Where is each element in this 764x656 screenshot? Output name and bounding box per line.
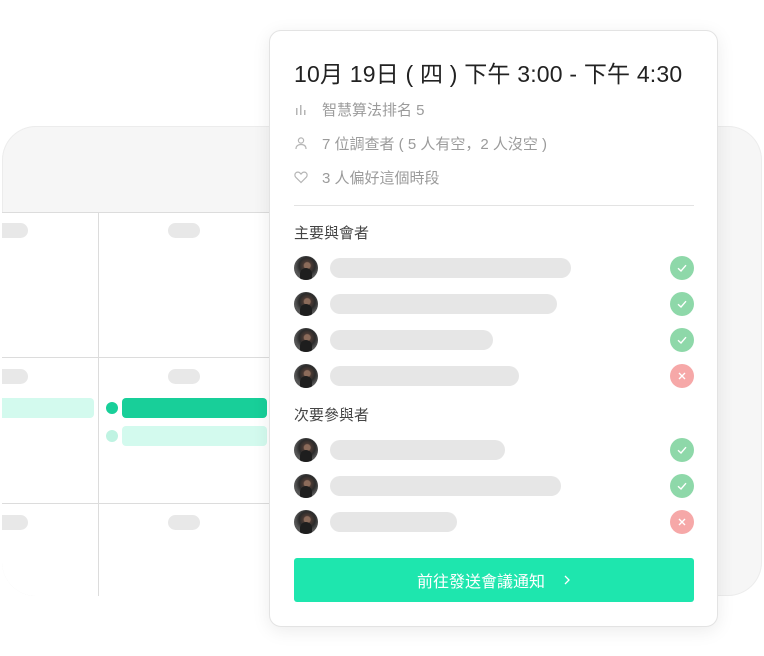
avatar (294, 292, 318, 316)
avatar (294, 510, 318, 534)
attendee-row[interactable] (294, 509, 694, 535)
avatar (294, 256, 318, 280)
day-label-placeholder (168, 369, 200, 384)
day-label-placeholder (2, 369, 28, 384)
attendee-row[interactable] (294, 437, 694, 463)
grid-line (2, 503, 302, 504)
attendee-name-placeholder (330, 258, 571, 278)
check-icon (670, 328, 694, 352)
check-icon (670, 438, 694, 462)
event-dot (106, 430, 118, 442)
day-label-placeholder (2, 515, 28, 530)
attendee-name-placeholder (330, 294, 557, 314)
day-label-placeholder (2, 223, 28, 238)
divider (294, 205, 694, 206)
grid-line (2, 357, 302, 358)
chevron-right-icon (564, 575, 570, 585)
preference-row: 3 人偏好這個時段 (294, 167, 440, 187)
day-label-placeholder (168, 515, 200, 530)
calendar-event-selected[interactable] (122, 398, 267, 418)
attendee-name-placeholder (330, 476, 561, 496)
avatar (294, 364, 318, 388)
event-dot (106, 402, 118, 414)
check-icon (670, 256, 694, 280)
attendee-row[interactable] (294, 291, 694, 317)
attendee-name-placeholder (330, 366, 519, 386)
secondary-attendees-label: 次要參與者 (294, 407, 370, 424)
send-invitation-label: 前往發送會議通知 (416, 574, 545, 591)
avatar (294, 328, 318, 352)
check-icon (670, 292, 694, 316)
check-icon (670, 474, 694, 498)
send-invitation-button[interactable]: 前往發送會議通知 (294, 558, 694, 602)
respondents-text: 7 位調查者 ( 5 人有空，2 人沒空 ) (322, 135, 548, 153)
attendee-row[interactable] (294, 255, 694, 281)
day-label-placeholder (168, 223, 200, 238)
attendee-row[interactable] (294, 327, 694, 353)
respondents-row: 7 位調查者 ( 5 人有空，2 人沒空 ) (294, 133, 547, 153)
rank-text: 智慧算法排名 5 (322, 101, 425, 119)
rank-row: 智慧算法排名 5 (294, 99, 425, 119)
preference-text: 3 人偏好這個時段 (322, 169, 440, 187)
primary-attendees-label: 主要與會者 (294, 225, 370, 242)
attendee-name-placeholder (330, 330, 493, 350)
grid-line (2, 212, 302, 213)
calendar-event[interactable] (122, 426, 267, 446)
timeslot-title: 10月 19日 ( 四 ) 下午 3:00 - 下午 4:30 (294, 61, 683, 87)
avatar (294, 438, 318, 462)
person-icon (294, 136, 308, 150)
avatar (294, 474, 318, 498)
grid-line (98, 212, 99, 596)
calendar-event[interactable] (2, 398, 94, 418)
attendee-row[interactable] (294, 473, 694, 499)
bar-chart-icon (294, 102, 308, 116)
timeslot-popup: 10月 19日 ( 四 ) 下午 3:00 - 下午 4:30 智慧算法排名 5… (269, 30, 718, 627)
heart-icon (294, 170, 308, 184)
close-icon (670, 364, 694, 388)
attendee-name-placeholder (330, 512, 457, 532)
attendee-row[interactable] (294, 363, 694, 389)
attendee-name-placeholder (330, 440, 505, 460)
close-icon (670, 510, 694, 534)
